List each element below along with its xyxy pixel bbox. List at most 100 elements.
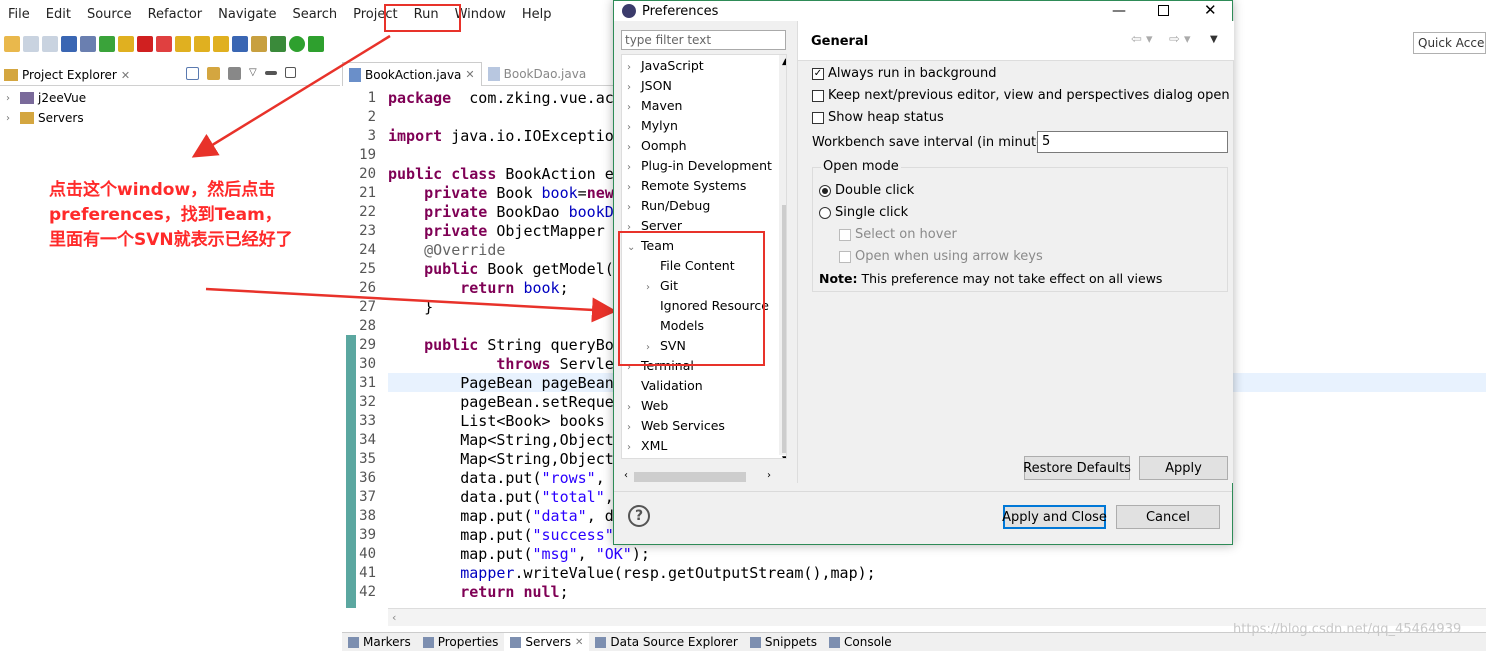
tab-console[interactable]: Console	[823, 633, 898, 651]
pref-item-validation[interactable]: Validation	[627, 376, 703, 396]
back-icon[interactable]: ⇦ ▾	[1131, 32, 1153, 47]
code-line: public String queryBo	[388, 336, 614, 355]
tab-label: Data Source Explorer	[610, 635, 738, 649]
chevron-right-icon[interactable]: ›	[627, 438, 641, 458]
scroll-up-icon[interactable]: ▲	[782, 57, 786, 67]
tab-label: Servers	[525, 635, 571, 649]
apply-and-close-button[interactable]: Apply and Close	[1002, 505, 1107, 529]
apply-button[interactable]: Apply	[1139, 456, 1228, 480]
radio-dot[interactable]	[819, 184, 831, 197]
code-line: Map<String,Object	[388, 431, 614, 450]
checkbox-box[interactable]: ✓	[812, 67, 824, 80]
pref-item-label: Run/Debug	[641, 198, 711, 213]
radio-dot[interactable]	[819, 206, 831, 219]
pref-item-xml[interactable]: › XML	[627, 436, 667, 456]
double-click-radio[interactable]: Double click	[819, 183, 914, 198]
scroll-down-icon[interactable]: ▼	[782, 455, 786, 458]
open-arrow-keys-checkbox: Open when using arrow keys	[839, 249, 1043, 264]
pref-item-label: XML	[641, 438, 668, 453]
pref-item-label: JSON	[641, 78, 672, 93]
checkbox-box	[839, 228, 851, 241]
tab-properties[interactable]: Properties	[417, 633, 505, 651]
chevron-right-icon[interactable]: ›	[627, 118, 641, 138]
code-token: public	[424, 336, 479, 354]
tab-markers[interactable]: Markers	[342, 633, 417, 651]
chevron-right-icon[interactable]: ›	[627, 198, 641, 218]
arrow-to-annotation	[191, 34, 391, 158]
arrow-to-team	[205, 287, 617, 323]
maximize-icon[interactable]	[1158, 5, 1169, 16]
code-token: data.put(	[388, 469, 542, 487]
show-heap-checkbox[interactable]: Show heap status	[812, 110, 944, 125]
view-icon	[595, 636, 607, 648]
code-token: return null	[460, 583, 560, 601]
single-click-radio[interactable]: Single click	[819, 205, 908, 220]
code-token: , d	[586, 507, 614, 525]
code-line: data.put("total",	[388, 488, 614, 507]
code-token: ,	[577, 545, 596, 563]
scroll-right-icon[interactable]: ›	[767, 470, 771, 481]
scroll-left-icon[interactable]: ‹	[624, 470, 628, 481]
select-on-hover-checkbox: Select on hover	[839, 227, 957, 242]
checkbox-label: Open when using arrow keys	[855, 249, 1043, 264]
pref-item-web[interactable]: › Web	[627, 396, 668, 416]
always-run-checkbox[interactable]: ✓ Always run in background	[812, 66, 997, 81]
help-icon[interactable]: ?	[628, 505, 650, 527]
pref-item-run-debug[interactable]: › Run/Debug	[627, 196, 710, 216]
minimize-icon[interactable]: —	[1112, 3, 1126, 19]
code-token: data.put(	[388, 488, 542, 506]
close-icon[interactable]: ✕	[1204, 1, 1217, 19]
chevron-right-icon[interactable]: ›	[627, 178, 641, 198]
radio-label: Single click	[835, 205, 909, 220]
line-number: 40	[359, 546, 376, 562]
keep-next-checkbox[interactable]: Keep next/previous editor, view and pers…	[812, 88, 1230, 103]
forward-icon[interactable]: ⇨ ▾	[1169, 32, 1191, 47]
chevron-right-icon[interactable]: ›	[627, 418, 641, 438]
group-label: Open mode	[821, 159, 901, 174]
chevron-right-icon[interactable]: ›	[627, 158, 641, 178]
filter-input[interactable]: type filter text	[621, 30, 786, 50]
cancel-button[interactable]: Cancel	[1116, 505, 1220, 529]
chevron-right-icon[interactable]: ›	[627, 98, 641, 118]
code-token: "total"	[541, 488, 605, 506]
code-token: Servle	[550, 355, 614, 373]
pref-item-javascript[interactable]: › JavaScript	[627, 56, 704, 76]
pref-item-web-services[interactable]: › Web Services	[627, 416, 725, 436]
restore-defaults-button[interactable]: Restore Defaults	[1023, 456, 1131, 480]
save-interval-input[interactable]: 5	[1037, 131, 1228, 153]
save-interval-label: Workbench save interval (in minutes):	[812, 135, 1061, 150]
pref-item-json[interactable]: › JSON	[627, 76, 672, 96]
code-token: ,	[595, 469, 605, 487]
tab-data-source-explorer[interactable]: Data Source Explorer	[589, 633, 743, 651]
pref-item-remote-systems[interactable]: › Remote Systems	[627, 176, 746, 196]
pref-item-plug-in-development[interactable]: › Plug-in Development	[627, 156, 772, 176]
chevron-right-icon[interactable]: ›	[627, 58, 641, 78]
tab-servers[interactable]: Servers ✕	[504, 632, 590, 651]
checkbox-box[interactable]	[812, 111, 824, 124]
code-token: pageBean.setReque	[388, 393, 614, 411]
view-menu-icon[interactable]: ▼	[1210, 34, 1218, 45]
pref-item-mylyn[interactable]: › Mylyn	[627, 116, 678, 136]
pref-item-maven[interactable]: › Maven	[627, 96, 682, 116]
checkbox-box[interactable]	[812, 89, 824, 102]
scroll-left-icon[interactable]: ‹	[392, 611, 396, 624]
line-number: 37	[359, 489, 376, 505]
chevron-right-icon[interactable]: ›	[627, 138, 641, 158]
tree-hscroll-thumb[interactable]	[634, 472, 746, 482]
tree-scroll-thumb[interactable]	[782, 205, 786, 453]
code-line: throws Servle	[388, 355, 614, 374]
code-line: pageBean.setReque	[388, 393, 614, 412]
line-number: 38	[359, 508, 376, 524]
annotation-arrows	[191, 34, 617, 323]
pref-item-oomph[interactable]: › Oomph	[627, 136, 687, 156]
line-number: 34	[359, 432, 376, 448]
chevron-right-icon[interactable]: ›	[627, 78, 641, 98]
tab-label: Properties	[437, 635, 499, 649]
quick-access-field[interactable]: Quick Access	[1413, 32, 1486, 54]
chevron-right-icon[interactable]: ›	[627, 398, 641, 418]
pref-item-label: Web Services	[641, 418, 725, 433]
tab-snippets[interactable]: Snippets	[744, 633, 823, 651]
close-icon[interactable]: ✕	[575, 637, 583, 648]
code-line: return null;	[388, 583, 568, 602]
line-number: 31	[359, 375, 376, 391]
